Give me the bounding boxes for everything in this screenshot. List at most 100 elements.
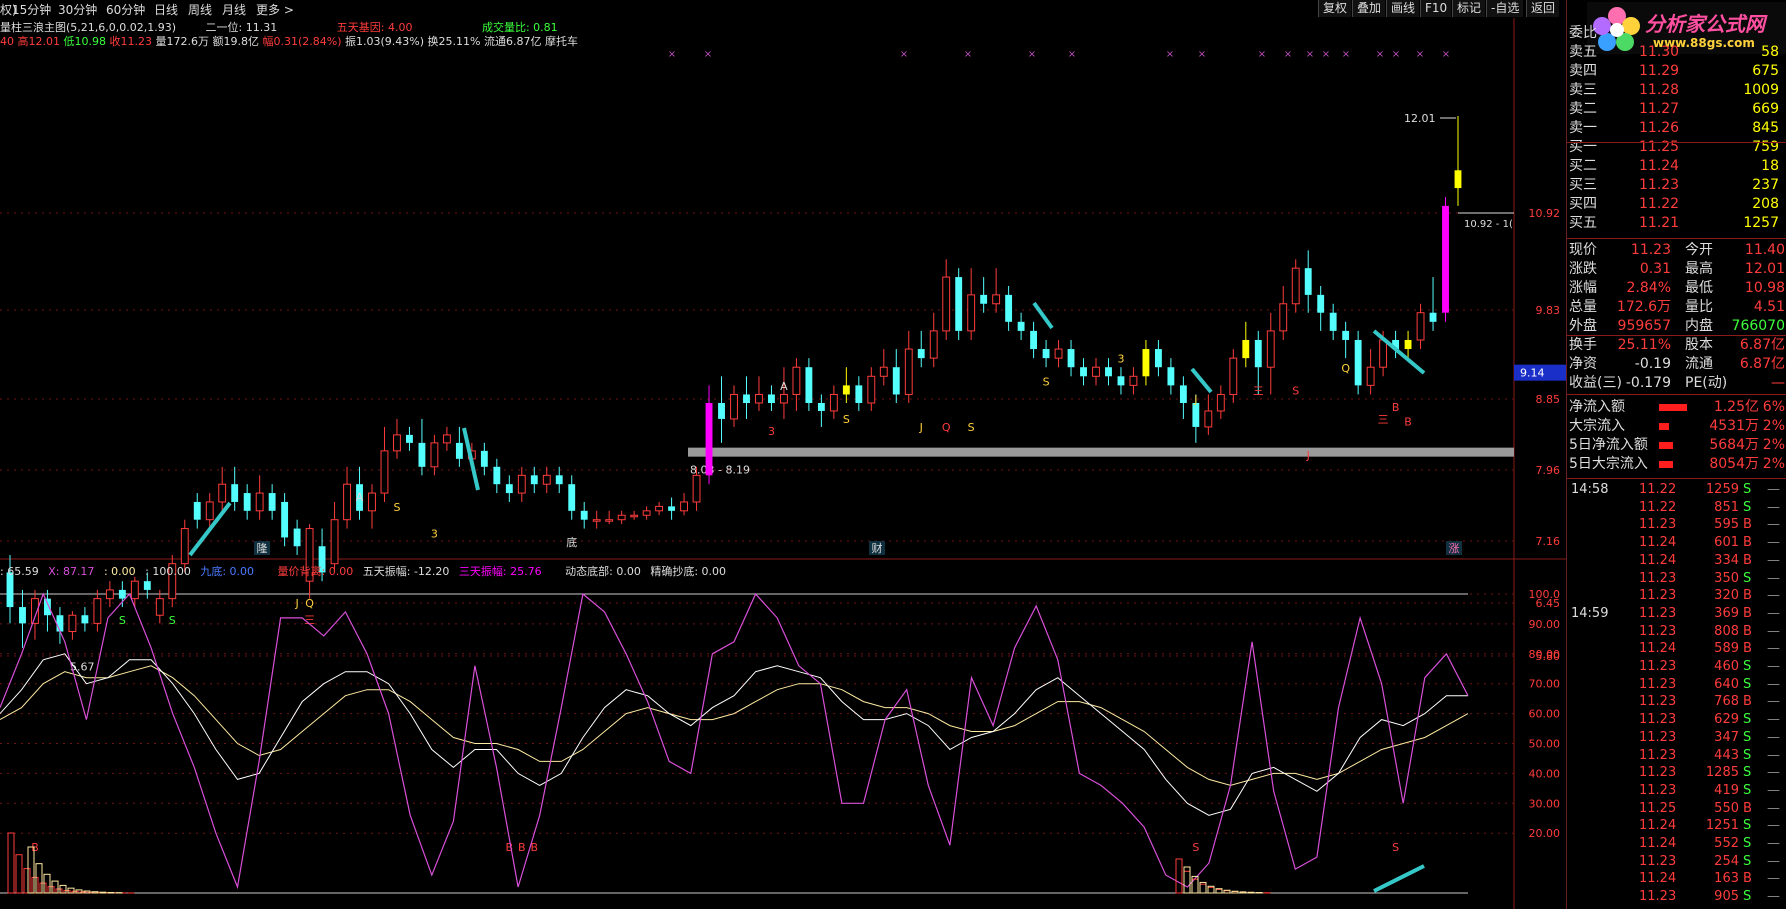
osc-value-j: 精确抄底: 0.00 [650,565,727,578]
stats-divider [1567,394,1786,395]
order-book-row[interactable]: 卖五 11.30 58 [1567,43,1786,62]
tick-side: S [1743,659,1752,674]
stats-label-2: 今开 [1685,242,1713,258]
tick-row: 11.24 1251 S — [1567,818,1786,834]
candle-body [617,514,626,521]
overlay-button[interactable]: 叠加 [1352,0,1386,17]
chart-canvas[interactable]: 10.929.838.857.967.166.455.80100.090.008… [0,0,1566,909]
fund-flow-pct: 2% [1762,437,1785,453]
tick-volume: 905 [1714,889,1739,905]
candle-body [1229,357,1238,395]
candle-body [580,510,588,520]
top-x-marker: × [1028,49,1036,60]
stats-label-2: 流通 [1685,356,1713,372]
tick-row: 11.24 552 S — [1567,836,1786,852]
stats-label: 换手 [1569,337,1597,353]
tick-dash: — [1767,729,1780,745]
adjust-button[interactable]: 复权 [1318,0,1352,17]
tick-volume: 601 [1714,535,1739,551]
tick-volume: 589 [1714,641,1739,657]
stats-value-2: 4.51 [1753,299,1785,315]
tick-dash: — [1767,659,1780,674]
order-book-row[interactable]: 买二 11.24 18 [1567,157,1786,176]
tick-price: 11.23 [1639,694,1677,710]
order-book-row[interactable]: 卖一 11.26 845 [1567,119,1786,138]
candle-body [455,442,463,459]
signal-marker: S [169,614,176,627]
osc-value-c: : 0.00 [103,565,136,578]
signal-marker: B [1404,415,1412,428]
price-tick-label: 7.96 [1536,464,1561,477]
tick-dash: — [1767,782,1780,798]
tick-price: 11.23 [1639,782,1677,798]
stats-value-2: 766070 [1731,318,1785,334]
candle-body [655,505,664,512]
candle-body [1442,205,1449,313]
period-tab-60m[interactable]: 60分钟 [106,1,145,18]
osc-hist-bar [43,873,51,894]
tick-price: 11.23 [1639,747,1677,763]
tick-volume: 1251 [1705,818,1739,834]
tick-price: 11.23 [1639,605,1677,621]
candle-body [1129,375,1138,386]
period-tab-more[interactable]: 更多 > [256,1,294,18]
order-book-label: 卖四 [1569,63,1597,79]
mark-button[interactable]: 标记 [1452,0,1486,17]
candle-body [218,483,227,503]
tick-side: S [1743,853,1752,869]
tick-row: 11.23 254 S — [1567,854,1786,870]
period-tab-month[interactable]: 月线 [222,1,246,18]
top-x-marker: × [668,49,676,60]
osc-tick-label: 40.00 [1529,767,1561,780]
stats-value: 11.23 [1630,242,1671,258]
signal-marker: 3 [431,527,438,540]
signal-marker: A [356,491,364,504]
signal-marker: S [1043,375,1050,388]
tick-dash: — [1767,889,1780,905]
stats-value: -0.179 [1625,375,1671,391]
fund-flow-value: 4531万 [1709,418,1759,434]
order-book-row[interactable]: 买一 11.25 759 [1567,138,1786,157]
tick-dash: — [1767,499,1780,515]
order-book-price: 11.30 [1639,44,1680,60]
watchlist-button[interactable]: -自选 [1486,0,1524,17]
signal-marker: B [1392,401,1400,414]
tick-row: 11.24 601 B — [1567,535,1786,551]
candle-body [1379,339,1388,368]
period-tab-15m[interactable]: 15分钟 [12,1,51,18]
candle-body [1354,339,1362,386]
candle-body [380,450,389,494]
top-x-marker: × [1284,49,1292,60]
candle-body [942,276,951,332]
tick-price: 11.23 [1639,729,1677,745]
draw-button[interactable]: 画线 [1386,0,1420,17]
candle-body [705,402,713,476]
price-tick-label: 10.92 [1529,207,1561,220]
tick-row: 11.24 163 B — [1567,871,1786,887]
back-button[interactable]: 返回 [1526,0,1560,17]
order-book-row[interactable]: 买三 11.23 237 [1567,176,1786,195]
order-book-row[interactable]: 委比 [1567,24,1786,43]
f10-button[interactable]: F10 [1420,0,1452,17]
order-book-row[interactable]: 卖二 11.27 669 [1567,100,1786,119]
candle-body [442,434,451,444]
order-book-row[interactable]: 买四 11.22 208 [1567,195,1786,214]
tick-row: 11.23 595 B — [1567,517,1786,533]
tick-row: 11.24 589 B — [1567,641,1786,657]
order-book-price: 11.29 [1639,63,1680,79]
candle-body [755,393,763,404]
stats-value-2: 12.01 [1744,261,1785,277]
tick-price: 11.24 [1639,535,1677,551]
period-tab-day[interactable]: 日线 [154,1,178,18]
stats-row: 总量 172.6万 量比 4.51 [1567,298,1786,317]
candle-body [955,277,963,331]
range-label: 8.03 - 8.19 [690,464,750,477]
order-book-row[interactable]: 卖三 11.28 1009 [1567,81,1786,100]
stats-label: 收益(三) [1569,375,1622,391]
period-tab-30m[interactable]: 30分钟 [58,1,97,18]
order-book-row[interactable]: 买五 11.21 1257 [1567,214,1786,233]
quote-amount: 额19.8亿 [212,35,259,48]
period-tab-week[interactable]: 周线 [188,1,212,18]
order-book-price: 11.21 [1639,215,1680,231]
order-book-row[interactable]: 卖四 11.29 675 [1567,62,1786,81]
